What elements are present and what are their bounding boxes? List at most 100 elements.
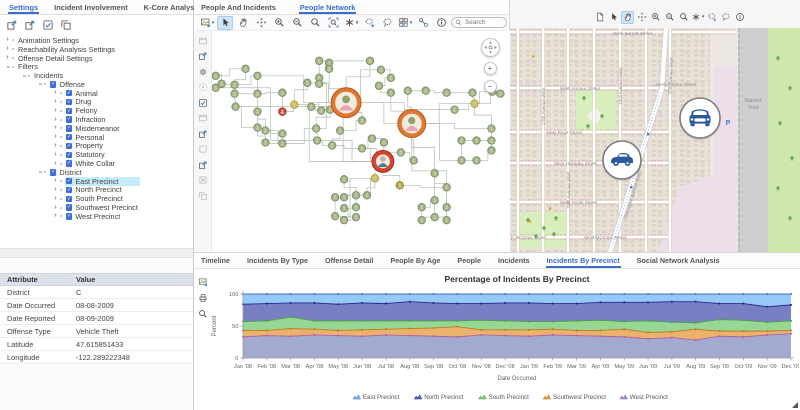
person-node[interactable] — [231, 102, 240, 111]
legend-item-north-precinct[interactable]: North Precinct — [413, 394, 464, 401]
checkbox-checked-icon[interactable]: ✓ — [66, 213, 73, 220]
resize-grip[interactable] — [792, 402, 798, 408]
analysis-tab-offense-detail[interactable]: Offense Detail — [324, 253, 374, 268]
attribute-row[interactable]: Latitude 47.615851433 — [0, 338, 193, 351]
tree-item-misdemeanor[interactable]: › ✓ Misdemeanor — [0, 124, 193, 133]
tree-item-offense[interactable]: › ✓ Offense — [0, 80, 193, 89]
person-node[interactable] — [330, 193, 340, 202]
checkbox-checked-icon[interactable]: ✓ — [66, 195, 73, 202]
chevron-right-icon[interactable]: › — [52, 195, 59, 203]
lasso-add-button[interactable] — [705, 11, 718, 24]
layout-button[interactable]: ▾ — [691, 11, 704, 24]
checkbox-checked-icon[interactable]: ✓ — [66, 89, 73, 97]
export-chart-button[interactable] — [196, 158, 210, 171]
zoom-in-button[interactable] — [271, 16, 287, 30]
person-node[interactable] — [417, 203, 426, 212]
attribute-row[interactable]: Offense Type Vehicle Theft — [0, 325, 193, 338]
person-node[interactable] — [470, 99, 479, 108]
chevron-right-icon[interactable]: › — [52, 89, 59, 97]
person-node[interactable] — [351, 191, 361, 200]
tree-item-filters[interactable]: › Filters — [0, 62, 193, 71]
chevron-down-icon[interactable]: › — [36, 169, 44, 176]
analysis-tab-incidents[interactable]: Incidents — [497, 253, 531, 268]
chevron-right-icon[interactable]: › — [52, 204, 59, 212]
checkbox-checked-icon[interactable]: ✓ — [50, 81, 57, 88]
graph-zoom-out-button[interactable]: − — [483, 80, 497, 93]
hand-button[interactable] — [621, 10, 634, 24]
checkbox-checked-icon[interactable]: ✓ — [66, 186, 73, 194]
chevron-right-icon[interactable]: › — [52, 107, 59, 115]
legend-item-southwest-precinct[interactable]: Southwest Precinct — [542, 394, 606, 401]
person-node[interactable] — [374, 81, 384, 90]
person-node[interactable] — [357, 144, 367, 153]
analysis-tab-people[interactable]: People — [456, 253, 482, 268]
person-node[interactable] — [312, 124, 321, 133]
person-node[interactable] — [365, 56, 375, 66]
tree-item-north-precinct[interactable]: › ✓ North Precinct — [0, 185, 193, 194]
person-node[interactable] — [339, 204, 349, 213]
person-node[interactable] — [357, 116, 367, 125]
chevron-right-icon[interactable]: › — [52, 160, 59, 168]
chevron-right-icon[interactable]: › — [52, 133, 59, 141]
zoom-in-button[interactable] — [649, 11, 662, 24]
person-node[interactable] — [316, 106, 326, 115]
tree-item-east-precinct[interactable]: › ✓ East Precinct — [0, 176, 193, 186]
checkbox-checked-icon[interactable]: ✓ — [66, 133, 73, 141]
person-node[interactable] — [339, 215, 349, 225]
lasso-add-button[interactable] — [361, 16, 377, 30]
checkbox-checked-icon[interactable]: ✓ — [66, 204, 73, 211]
person-node[interactable] — [386, 73, 396, 82]
person-node[interactable] — [370, 174, 380, 183]
chevron-down-icon[interactable]: › — [36, 81, 44, 88]
person-node[interactable] — [278, 88, 287, 97]
person-node[interactable] — [330, 211, 340, 221]
chevron-down-icon[interactable]: › — [4, 63, 12, 70]
settings-tab-settings[interactable]: Settings — [8, 0, 40, 14]
zoom-out-button[interactable] — [289, 16, 305, 30]
layers-button[interactable] — [196, 189, 210, 202]
tree-item-animation-settings[interactable]: › Animation Settings — [0, 36, 193, 45]
person-node[interactable] — [472, 136, 481, 145]
chevron-right-icon[interactable]: › — [52, 212, 59, 220]
person-node[interactable] — [335, 126, 345, 135]
person-node[interactable] — [487, 146, 496, 155]
hand-button[interactable] — [235, 16, 251, 30]
person-node[interactable] — [253, 107, 262, 116]
info-button[interactable] — [433, 16, 449, 30]
chevron-right-icon[interactable]: › — [52, 142, 59, 150]
multi-select-button[interactable] — [196, 96, 210, 109]
person-node[interactable] — [315, 56, 324, 66]
person-node[interactable] — [278, 107, 287, 116]
tree-item-reachability-analysis-settings[interactable]: › Reachability Analysis Settings — [0, 45, 193, 54]
zoom-button[interactable] — [677, 11, 690, 24]
pan-compass[interactable] — [480, 38, 500, 57]
tree-item-property[interactable]: › ✓ Property — [0, 141, 193, 150]
chevron-right-icon[interactable]: › — [4, 54, 11, 62]
person-node[interactable] — [472, 156, 481, 165]
person-node[interactable] — [230, 89, 239, 98]
attribute-row[interactable]: Date Reported 08-09-2009 — [0, 312, 193, 325]
checkbox-checked-icon[interactable]: ✓ — [66, 107, 73, 114]
person-node[interactable] — [253, 123, 262, 132]
zoom-out-button[interactable] — [663, 11, 676, 24]
chevron-right-icon[interactable]: › — [52, 98, 59, 106]
person-node[interactable] — [362, 191, 372, 200]
export-add-button[interactable] — [196, 50, 210, 63]
new-doc-button[interactable] — [593, 11, 606, 24]
person-node-large[interactable] — [330, 87, 362, 119]
settings-tab-k-core-analysis[interactable]: K-Core Analysis — [143, 0, 202, 14]
analysis-tab-incidents-by-precinct[interactable]: Incidents By Precinct — [545, 253, 621, 268]
person-node[interactable] — [442, 88, 451, 97]
car-side-marker[interactable] — [602, 140, 642, 181]
chevron-right-icon[interactable]: › — [52, 124, 59, 132]
gear-button[interactable] — [196, 65, 210, 78]
tree-item-south-precinct[interactable]: › ✓ South Precinct — [0, 194, 193, 203]
pan-button[interactable] — [253, 16, 269, 30]
person-node[interactable] — [379, 138, 389, 147]
person-node[interactable] — [386, 88, 396, 97]
chevron-right-icon[interactable]: › — [4, 45, 11, 53]
copy-settings-button[interactable] — [58, 18, 74, 32]
checkbox-checked-icon[interactable]: ✓ — [66, 142, 73, 150]
person-node[interactable] — [430, 169, 439, 178]
checkbox-checked-icon[interactable]: ✓ — [66, 177, 73, 185]
